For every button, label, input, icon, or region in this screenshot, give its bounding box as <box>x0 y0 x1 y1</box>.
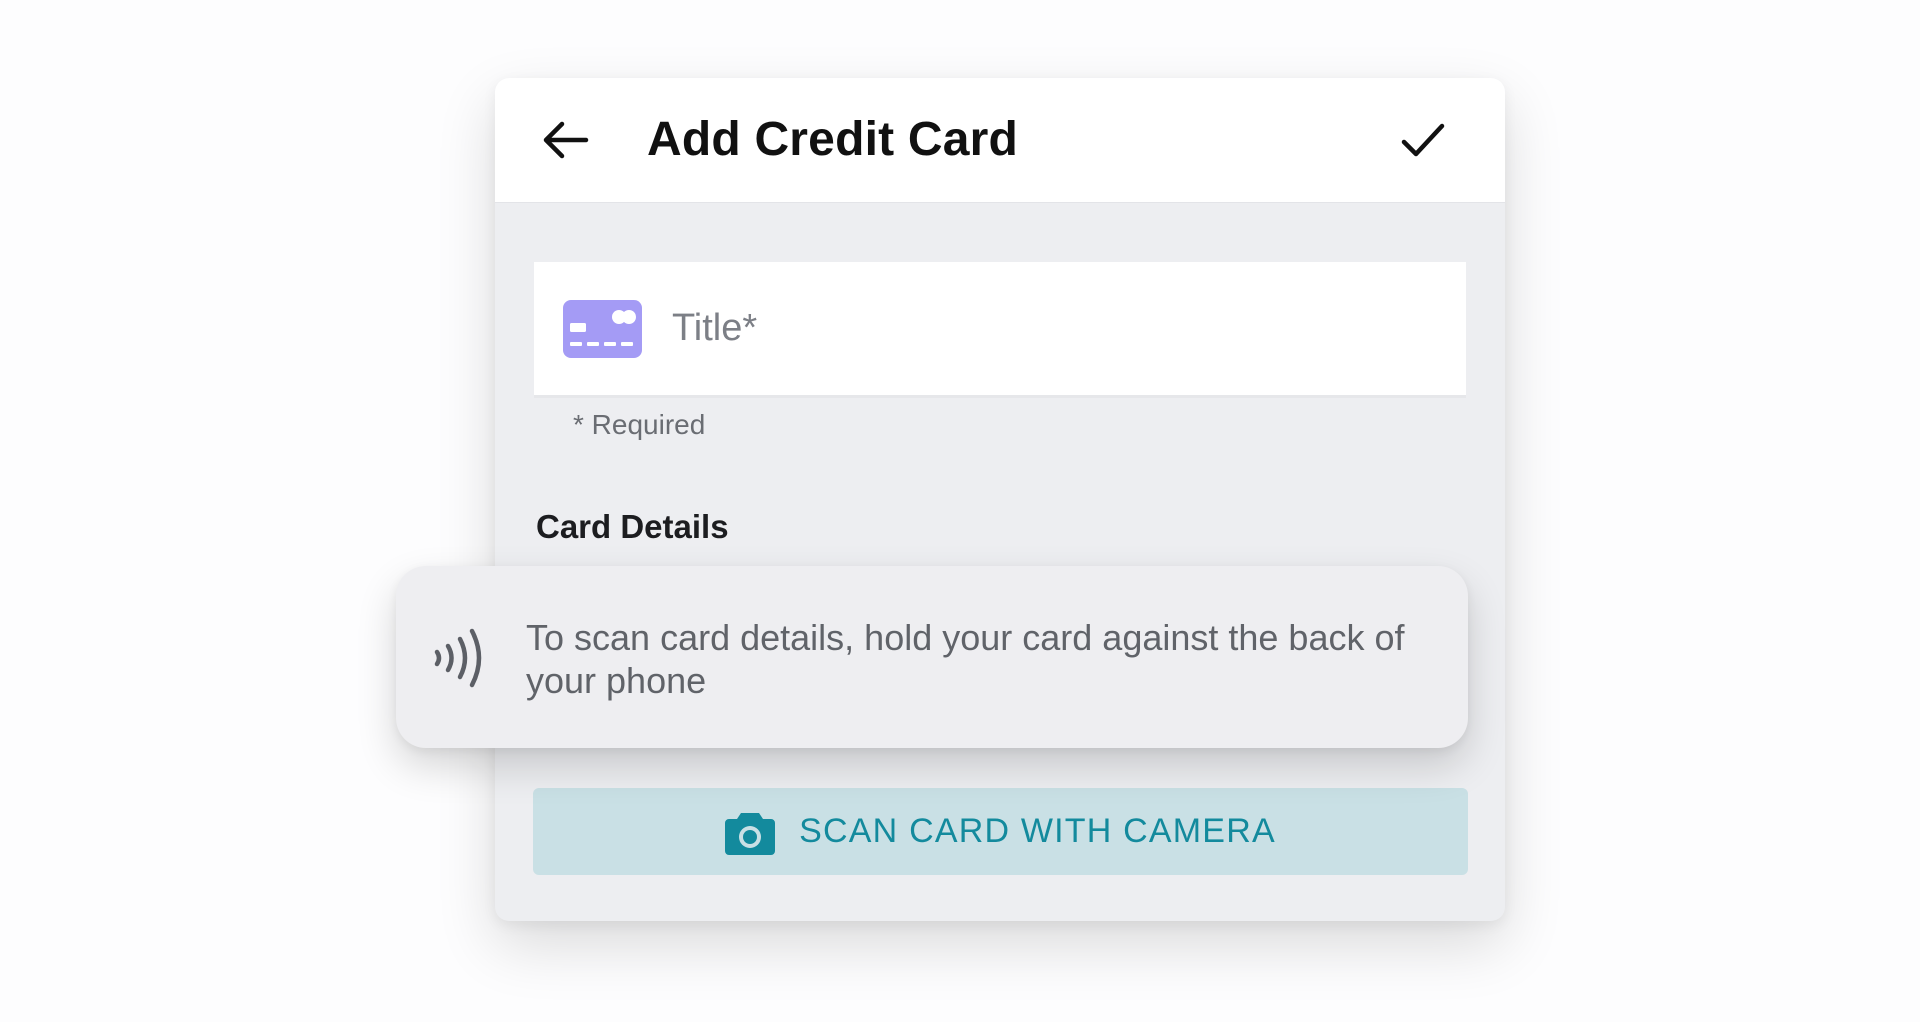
scan-card-with-camera-button[interactable]: SCAN CARD WITH CAMERA <box>533 788 1468 875</box>
camera-icon <box>725 812 776 855</box>
nfc-contactless-icon <box>434 628 482 688</box>
check-icon <box>1401 123 1445 157</box>
arrow-left-icon <box>543 121 589 159</box>
title-field[interactable] <box>534 262 1466 398</box>
required-helper-text: * Required <box>573 409 706 440</box>
credit-card-icon <box>563 299 642 358</box>
back-button[interactable] <box>535 110 595 170</box>
scan-card-with-camera-label: SCAN CARD WITH CAMERA <box>799 812 1276 850</box>
page-title: Add Credit Card <box>647 113 1019 166</box>
stage: Add Credit Card * Required Card Detail <box>0 0 1920 1022</box>
card-details-heading: Card Details <box>536 508 729 545</box>
nfc-scan-instruction: To scan card details, hold your card aga… <box>526 617 1405 701</box>
nfc-scan-prompt: To scan card details, hold your card aga… <box>396 566 1468 748</box>
add-credit-card-screen: Add Credit Card * Required Card Detail <box>495 78 1505 921</box>
title-input[interactable] <box>670 306 1434 351</box>
confirm-button[interactable] <box>1393 110 1453 170</box>
app-bar: Add Credit Card <box>495 78 1505 203</box>
